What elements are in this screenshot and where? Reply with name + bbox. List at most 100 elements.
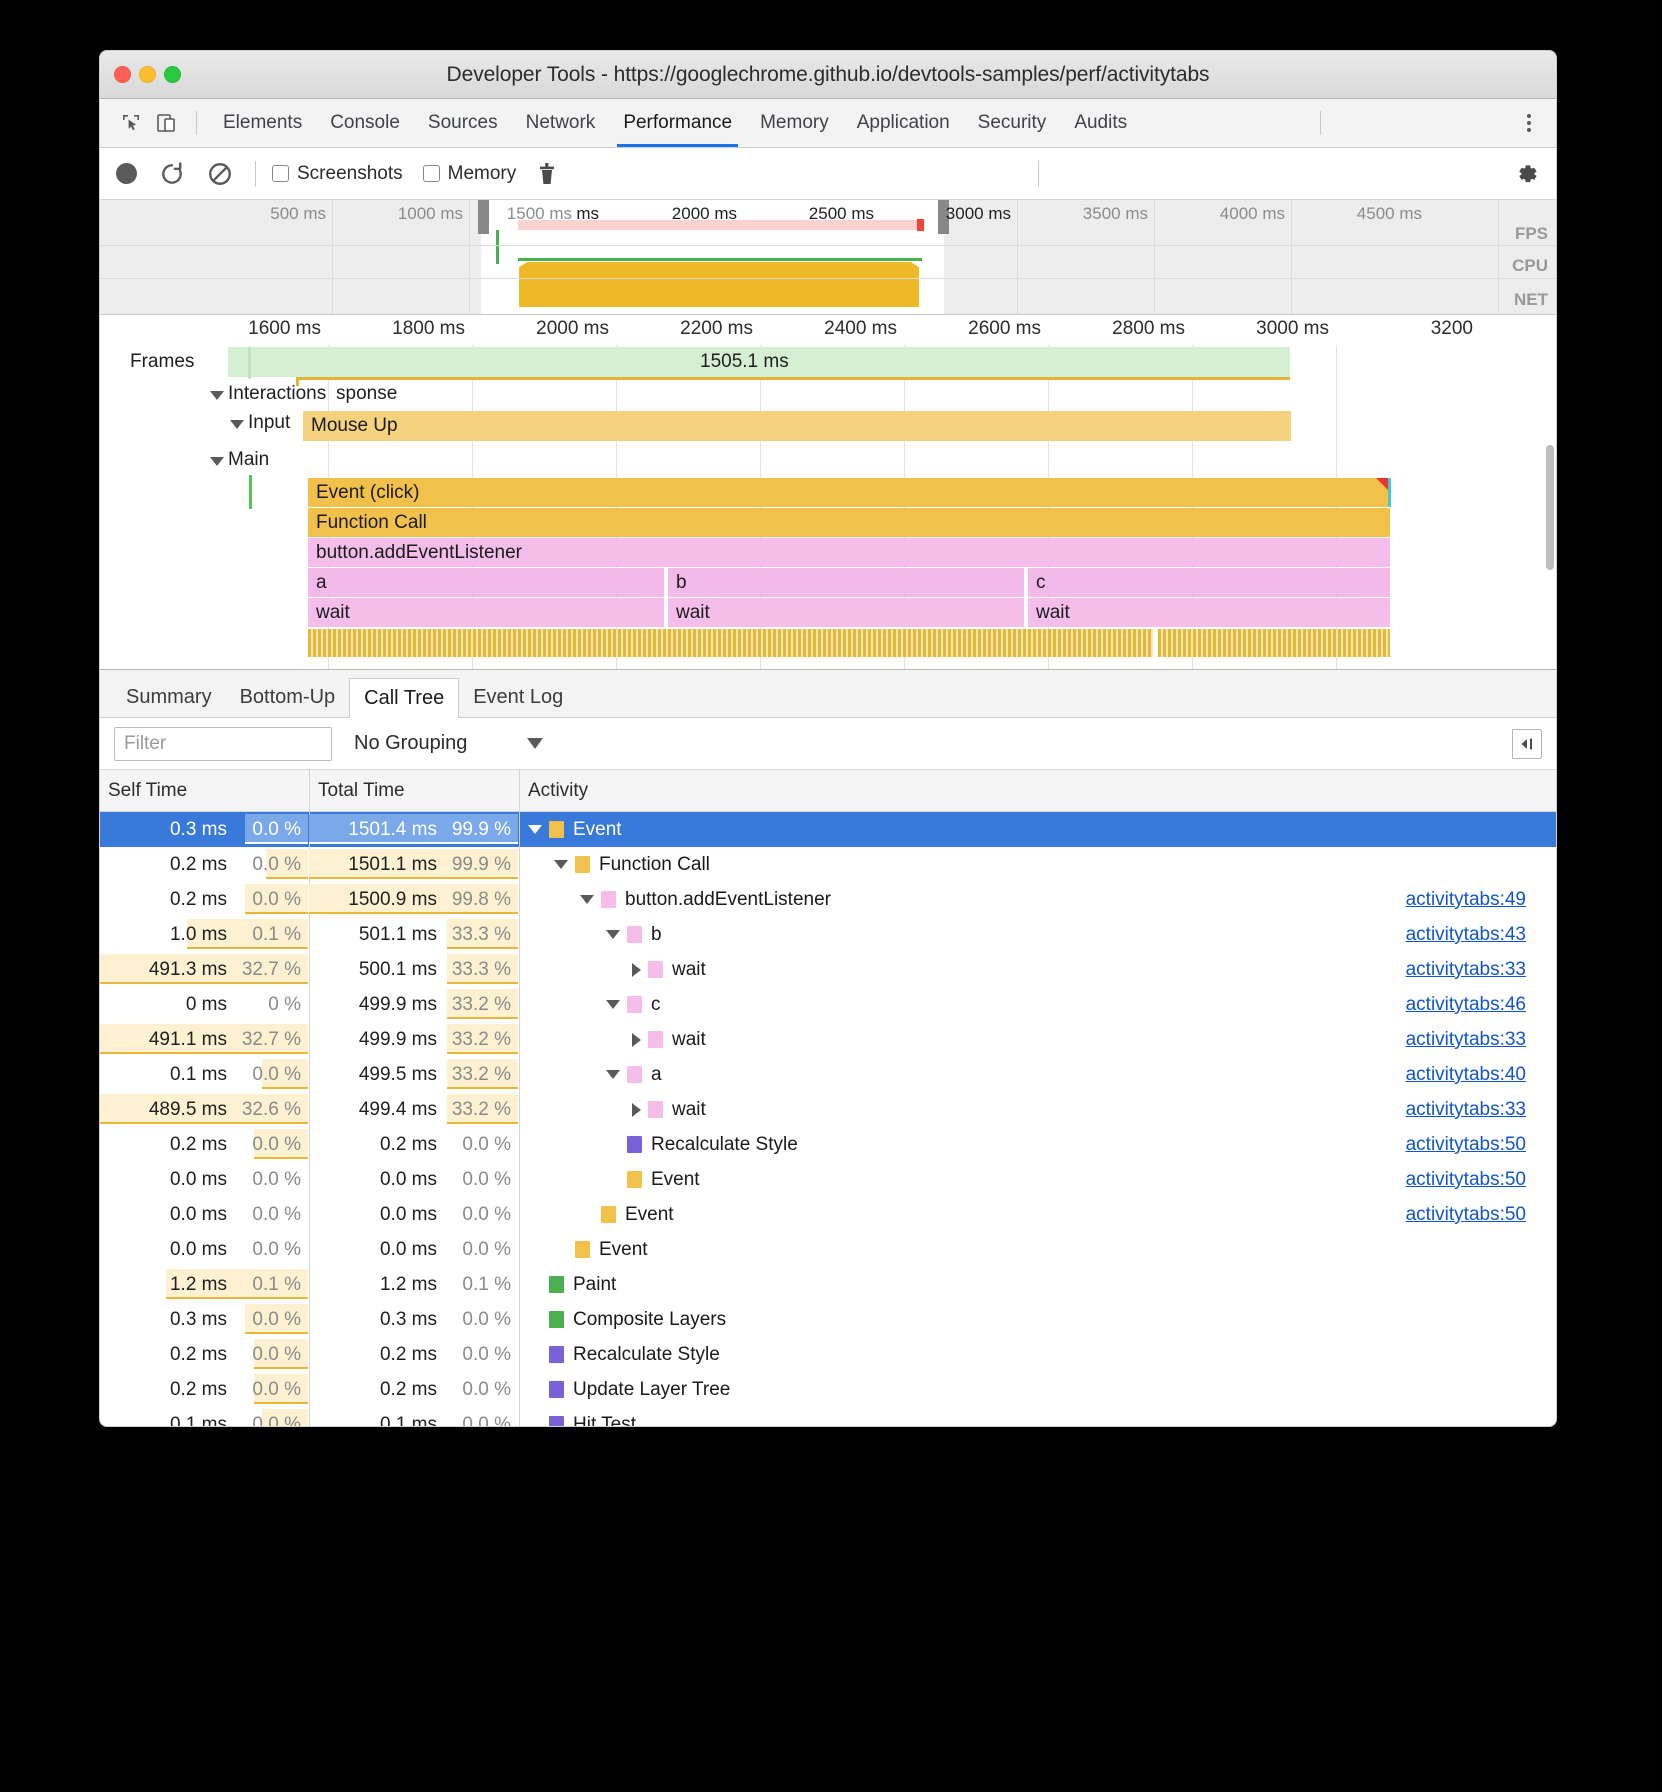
table-row[interactable]: 0.1 ms0.0 %0.1 ms0.0 %Hit Test — [100, 1407, 1556, 1426]
record-circle-icon[interactable] — [116, 163, 137, 184]
table-row[interactable]: 0.2 ms0.0 %0.2 ms0.0 %Recalculate Stylea… — [100, 1127, 1556, 1162]
function-b-bar[interactable]: b — [668, 568, 1024, 597]
total-time-percent: 99.9 % — [437, 819, 511, 841]
tab-event-log[interactable]: Event Log — [459, 677, 577, 717]
device-toolbar-icon[interactable] — [152, 108, 182, 138]
table-row[interactable]: 1.0 ms0.1 %501.1 ms33.3 %bactivitytabs:4… — [100, 917, 1556, 952]
activity-label: Event — [573, 819, 622, 841]
flame-tick: 3000 ms — [1256, 318, 1336, 340]
reload-record-icon[interactable] — [159, 161, 185, 187]
table-row[interactable]: 0.0 ms0.0 %0.0 ms0.0 %Event — [100, 1232, 1556, 1267]
clear-no-entry-icon[interactable] — [207, 161, 233, 187]
function-call-bar[interactable]: Function Call — [308, 508, 1390, 537]
source-location-link[interactable]: activitytabs:33 — [1406, 1029, 1526, 1051]
source-location-link[interactable]: activitytabs:50 — [1406, 1134, 1526, 1156]
chevron-right-icon[interactable] — [632, 963, 641, 977]
chevron-down-icon[interactable] — [606, 1070, 620, 1079]
tab-memory[interactable]: Memory — [746, 99, 843, 147]
table-row[interactable]: 0.0 ms0.0 %0.0 ms0.0 %Eventactivitytabs:… — [100, 1197, 1556, 1232]
tab-application[interactable]: Application — [843, 99, 964, 147]
chevron-down-icon[interactable] — [554, 860, 568, 869]
source-location-link[interactable]: activitytabs:50 — [1406, 1204, 1526, 1226]
source-location-link[interactable]: activitytabs:33 — [1406, 1099, 1526, 1121]
chevron-down-icon[interactable] — [528, 825, 542, 834]
tab-console[interactable]: Console — [316, 99, 414, 147]
sidebar-toggle-icon[interactable] — [1512, 729, 1542, 759]
chevron-down-icon[interactable] — [210, 457, 224, 466]
chevron-right-icon[interactable] — [632, 1103, 641, 1117]
dense-samples-row[interactable] — [308, 629, 1153, 657]
tab-elements[interactable]: Elements — [209, 99, 316, 147]
flame-chart[interactable]: 1600 ms 1800 ms 2000 ms 2200 ms 2400 ms … — [100, 315, 1556, 670]
chevron-down-icon[interactable] — [580, 895, 594, 904]
cell-self-time: 0.0 ms0.0 % — [100, 1197, 310, 1232]
cell-self-time: 0 ms0 % — [100, 987, 310, 1022]
filter-input[interactable]: Filter — [114, 727, 332, 761]
tab-call-tree[interactable]: Call Tree — [349, 678, 459, 718]
col-header-activity[interactable]: Activity — [520, 770, 1556, 811]
kebab-menu-icon[interactable] — [1512, 106, 1546, 140]
tab-label: Performance — [623, 112, 732, 134]
activity-color-swatch — [549, 1311, 564, 1328]
source-location-link[interactable]: activitytabs:46 — [1406, 994, 1526, 1016]
chevron-down-icon[interactable] — [230, 420, 244, 429]
dense-samples-row[interactable] — [1158, 629, 1390, 657]
source-location-link[interactable]: activitytabs:50 — [1406, 1169, 1526, 1191]
table-row[interactable]: 491.3 ms32.7 %500.1 ms33.3 %waitactivity… — [100, 952, 1556, 987]
trash-icon[interactable] — [536, 162, 558, 186]
table-row[interactable]: 489.5 ms32.6 %499.4 ms33.2 %waitactivity… — [100, 1092, 1556, 1127]
tab-audits[interactable]: Audits — [1060, 99, 1141, 147]
table-row[interactable]: 0 ms0 %499.9 ms33.2 %cactivitytabs:46 — [100, 987, 1556, 1022]
timeline-overview[interactable]: 500 ms 1000 ms 1500 ms ms 2000 ms 2500 m… — [100, 200, 1556, 315]
tab-sources[interactable]: Sources — [414, 99, 512, 147]
col-header-total-time[interactable]: Total Time — [310, 770, 520, 811]
col-header-self-time[interactable]: Self Time — [100, 770, 310, 811]
activity-color-swatch — [627, 996, 642, 1013]
wait-bar[interactable]: wait — [308, 598, 664, 627]
tab-bottom-up[interactable]: Bottom-Up — [226, 677, 350, 717]
details-pane: Summary Bottom-Up Call Tree Event Log Fi… — [100, 670, 1556, 1426]
table-row[interactable]: 0.1 ms0.0 %499.5 ms33.2 %aactivitytabs:4… — [100, 1057, 1556, 1092]
table-row[interactable]: 1.2 ms0.1 %1.2 ms0.1 %Paint — [100, 1267, 1556, 1302]
table-row[interactable]: 0.2 ms0.0 %0.2 ms0.0 %Recalculate Style — [100, 1337, 1556, 1372]
inspect-cursor-icon[interactable] — [116, 108, 146, 138]
function-c-bar[interactable]: c — [1028, 568, 1390, 597]
activity-label: Update Layer Tree — [573, 1379, 730, 1401]
wait-bar[interactable]: wait — [1028, 598, 1390, 627]
tab-security[interactable]: Security — [964, 99, 1061, 147]
chevron-down-icon[interactable] — [606, 1000, 620, 1009]
table-row[interactable]: 0.3 ms0.0 %1501.4 ms99.9 %Event — [100, 812, 1556, 847]
tab-network[interactable]: Network — [512, 99, 610, 147]
chevron-down-icon[interactable] — [606, 930, 620, 939]
memory-checkbox[interactable]: Memory — [423, 163, 517, 185]
event-click-bar[interactable]: Event (click) — [308, 478, 1390, 507]
flame-chart-scrollbar[interactable] — [1546, 445, 1554, 570]
table-row[interactable]: 0.3 ms0.0 %0.3 ms0.0 %Composite Layers — [100, 1302, 1556, 1337]
tab-performance[interactable]: Performance — [609, 99, 746, 147]
table-row[interactable]: 0.2 ms0.0 %1501.1 ms99.9 %Function Call — [100, 847, 1556, 882]
screenshots-checkbox[interactable]: Screenshots — [272, 163, 403, 185]
source-location-link[interactable]: activitytabs:40 — [1406, 1064, 1526, 1086]
source-location-link[interactable]: activitytabs:49 — [1406, 889, 1526, 911]
tab-summary[interactable]: Summary — [112, 677, 226, 717]
overview-tick: 500 ms — [270, 204, 332, 224]
table-row[interactable]: 491.1 ms32.7 %499.9 ms33.2 %waitactivity… — [100, 1022, 1556, 1057]
wait-bar[interactable]: wait — [668, 598, 1024, 627]
function-a-bar[interactable]: a — [308, 568, 664, 597]
main-row-label[interactable]: Main — [228, 449, 269, 471]
gear-icon[interactable] — [1512, 160, 1540, 188]
interactions-row-label[interactable]: Interactions — [228, 383, 326, 405]
table-row[interactable]: 0.0 ms0.0 %0.0 ms0.0 %Eventactivitytabs:… — [100, 1162, 1556, 1197]
cell-self-time: 0.0 ms0.0 % — [100, 1232, 310, 1267]
table-row[interactable]: 0.2 ms0.0 %1500.9 ms99.8 %button.addEven… — [100, 882, 1556, 917]
grouping-dropdown[interactable]: No Grouping — [354, 732, 543, 755]
source-location-link[interactable]: activitytabs:43 — [1406, 924, 1526, 946]
add-event-listener-bar[interactable]: button.addEventListener — [308, 538, 1390, 567]
chevron-down-icon[interactable] — [210, 391, 224, 400]
mouse-up-bar[interactable]: Mouse Up — [303, 411, 1291, 441]
source-location-link[interactable]: activitytabs:33 — [1406, 959, 1526, 981]
cell-activity: Paint — [520, 1267, 1556, 1302]
input-row-label[interactable]: Input — [248, 412, 290, 434]
chevron-right-icon[interactable] — [632, 1033, 641, 1047]
table-row[interactable]: 0.2 ms0.0 %0.2 ms0.0 %Update Layer Tree — [100, 1372, 1556, 1407]
